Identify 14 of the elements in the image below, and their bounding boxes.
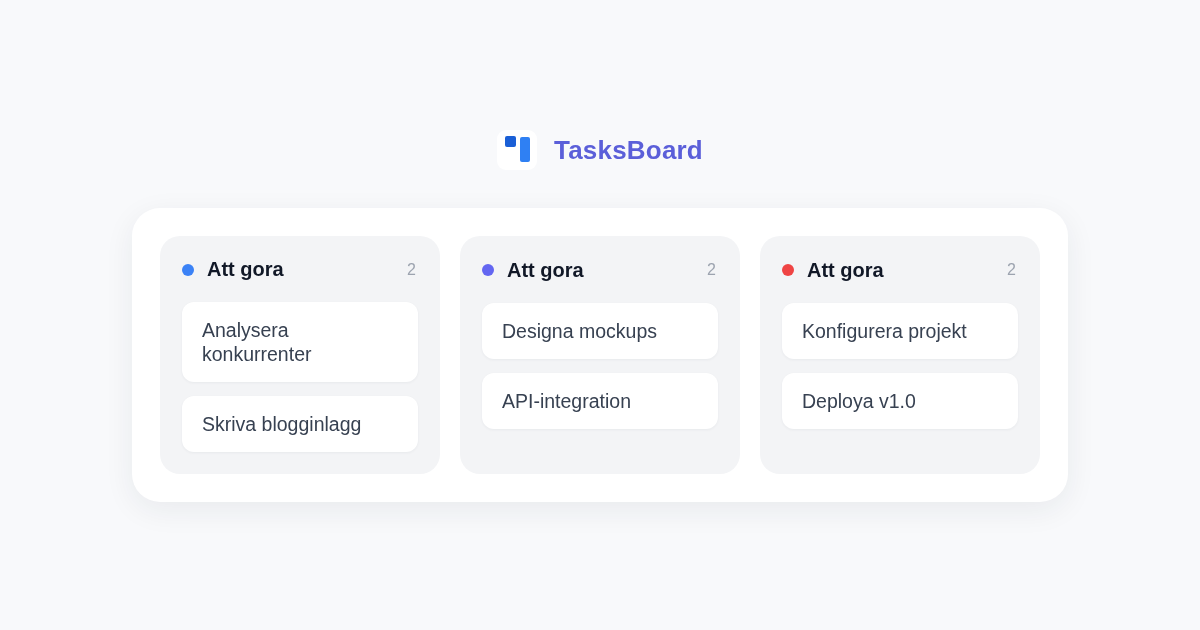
task-card[interactable]: Konfigurera projekt <box>782 303 1018 359</box>
task-card[interactable]: Deploya v1.0 <box>782 373 1018 429</box>
task-card[interactable]: Skriva blogginlagg <box>182 396 418 452</box>
card-count: 2 <box>1007 261 1016 279</box>
column-title: Att gora <box>207 258 285 281</box>
logo-icon <box>497 130 538 170</box>
task-card[interactable]: Analysera konkurrenter <box>182 302 418 382</box>
column-title: Att gora <box>507 258 585 282</box>
card-count: 2 <box>707 261 716 279</box>
task-card[interactable]: Designa mockups <box>482 303 718 359</box>
column-title: Att gora <box>807 258 885 282</box>
card-count: 2 <box>407 260 416 279</box>
app-title: TasksBoard <box>554 134 703 166</box>
task-card[interactable]: API-integration <box>482 373 718 429</box>
